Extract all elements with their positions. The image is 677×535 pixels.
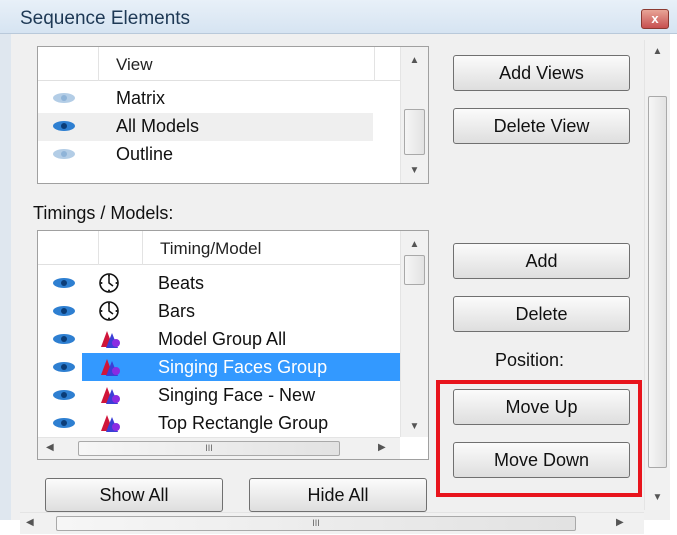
scroll-thumb[interactable]	[404, 255, 425, 285]
delete-view-button[interactable]: Delete View	[453, 108, 630, 144]
add-views-button[interactable]: Add Views	[453, 55, 630, 91]
view-label: Outline	[116, 144, 174, 164]
timings-models-label: Timings / Models:	[33, 203, 174, 223]
model-row-model-group-all[interactable]: Model Group All	[38, 325, 400, 353]
timing-row-bars[interactable]: Bars	[38, 297, 400, 325]
timing-label: Bars	[158, 301, 196, 321]
eye-icon[interactable]	[52, 120, 76, 132]
scroll-right-arrow[interactable]: ▶	[378, 442, 386, 453]
window-frame	[0, 34, 11, 520]
add-button[interactable]: Add	[453, 243, 630, 279]
view-column-header: View	[116, 55, 153, 74]
eye-icon[interactable]	[52, 148, 76, 160]
model-row-top-rectangle-group[interactable]: Top Rectangle Group	[38, 409, 400, 437]
scroll-down-arrow[interactable]: ▼	[401, 421, 428, 432]
eye-icon[interactable]	[52, 92, 76, 104]
timings-models-list[interactable]: Timing/Model Beats Bars Model Group All …	[37, 230, 429, 460]
model-label: Singing Face - New	[158, 385, 316, 405]
model-label: Top Rectangle Group	[158, 413, 329, 433]
scroll-down-arrow[interactable]: ▼	[401, 165, 428, 176]
timings-list-header: Timing/Model	[38, 231, 400, 265]
view-row-all-models[interactable]: All Models	[38, 113, 373, 141]
delete-button[interactable]: Delete	[453, 296, 630, 332]
timings-horizontal-scrollbar[interactable]: ◀ III ▶	[38, 437, 400, 459]
view-label: All Models	[116, 116, 200, 136]
show-all-button[interactable]: Show All	[45, 478, 223, 512]
model-row-singing-faces-group[interactable]: Singing Faces Group	[38, 353, 400, 381]
scroll-thumb[interactable]: III	[78, 441, 340, 456]
view-row-outline[interactable]: Outline	[38, 141, 400, 169]
scroll-thumb[interactable]	[648, 96, 667, 468]
timing-row-beats[interactable]: Beats	[38, 269, 400, 297]
eye-icon[interactable]	[52, 361, 76, 373]
model-group-icon	[101, 359, 120, 376]
eye-icon[interactable]	[52, 389, 76, 401]
eye-icon[interactable]	[52, 417, 76, 429]
views-vertical-scrollbar[interactable]: ▲ ▼	[400, 47, 428, 183]
timing-model-column-header: Timing/Model	[160, 239, 262, 258]
views-list[interactable]: View Matrix All Models Outline ▲ ▼	[37, 46, 429, 184]
scroll-up-arrow[interactable]: ▲	[401, 239, 428, 250]
model-label: Model Group All	[158, 329, 287, 349]
dialog-horizontal-scrollbar[interactable]: ◀ III ▶	[20, 512, 644, 534]
model-group-icon	[101, 415, 120, 432]
eye-icon[interactable]	[52, 277, 76, 289]
close-button[interactable]: x	[641, 9, 669, 29]
scroll-up-arrow[interactable]: ▲	[401, 55, 428, 66]
timings-vertical-scrollbar[interactable]: ▲ ▼	[400, 231, 428, 437]
scroll-left-arrow[interactable]: ◀	[26, 517, 34, 528]
views-list-header: View	[38, 47, 400, 81]
scroll-left-arrow[interactable]: ◀	[46, 442, 54, 453]
window-title: Sequence Elements	[20, 8, 191, 29]
timing-label: Beats	[158, 273, 205, 293]
model-row-singing-face-new[interactable]: Singing Face - New	[38, 381, 400, 409]
eye-icon[interactable]	[52, 333, 76, 345]
clock-icon	[99, 301, 119, 321]
highlight-box	[436, 380, 642, 497]
dialog-vertical-scrollbar[interactable]: ▲ ▼	[644, 40, 670, 510]
scroll-right-arrow[interactable]: ▶	[616, 517, 624, 528]
clock-icon	[99, 273, 119, 293]
view-row-matrix[interactable]: Matrix	[38, 85, 400, 113]
hide-all-button[interactable]: Hide All	[249, 478, 427, 512]
model-group-icon	[101, 331, 120, 348]
scroll-up-arrow[interactable]: ▲	[645, 46, 670, 57]
model-group-icon	[101, 387, 120, 404]
eye-icon[interactable]	[52, 305, 76, 317]
scroll-thumb[interactable]	[404, 109, 425, 155]
scroll-thumb[interactable]: III	[56, 516, 576, 531]
position-label: Position:	[495, 350, 565, 370]
model-label: Singing Faces Group	[158, 357, 328, 377]
view-label: Matrix	[116, 88, 165, 108]
scroll-down-arrow[interactable]: ▼	[645, 492, 670, 503]
